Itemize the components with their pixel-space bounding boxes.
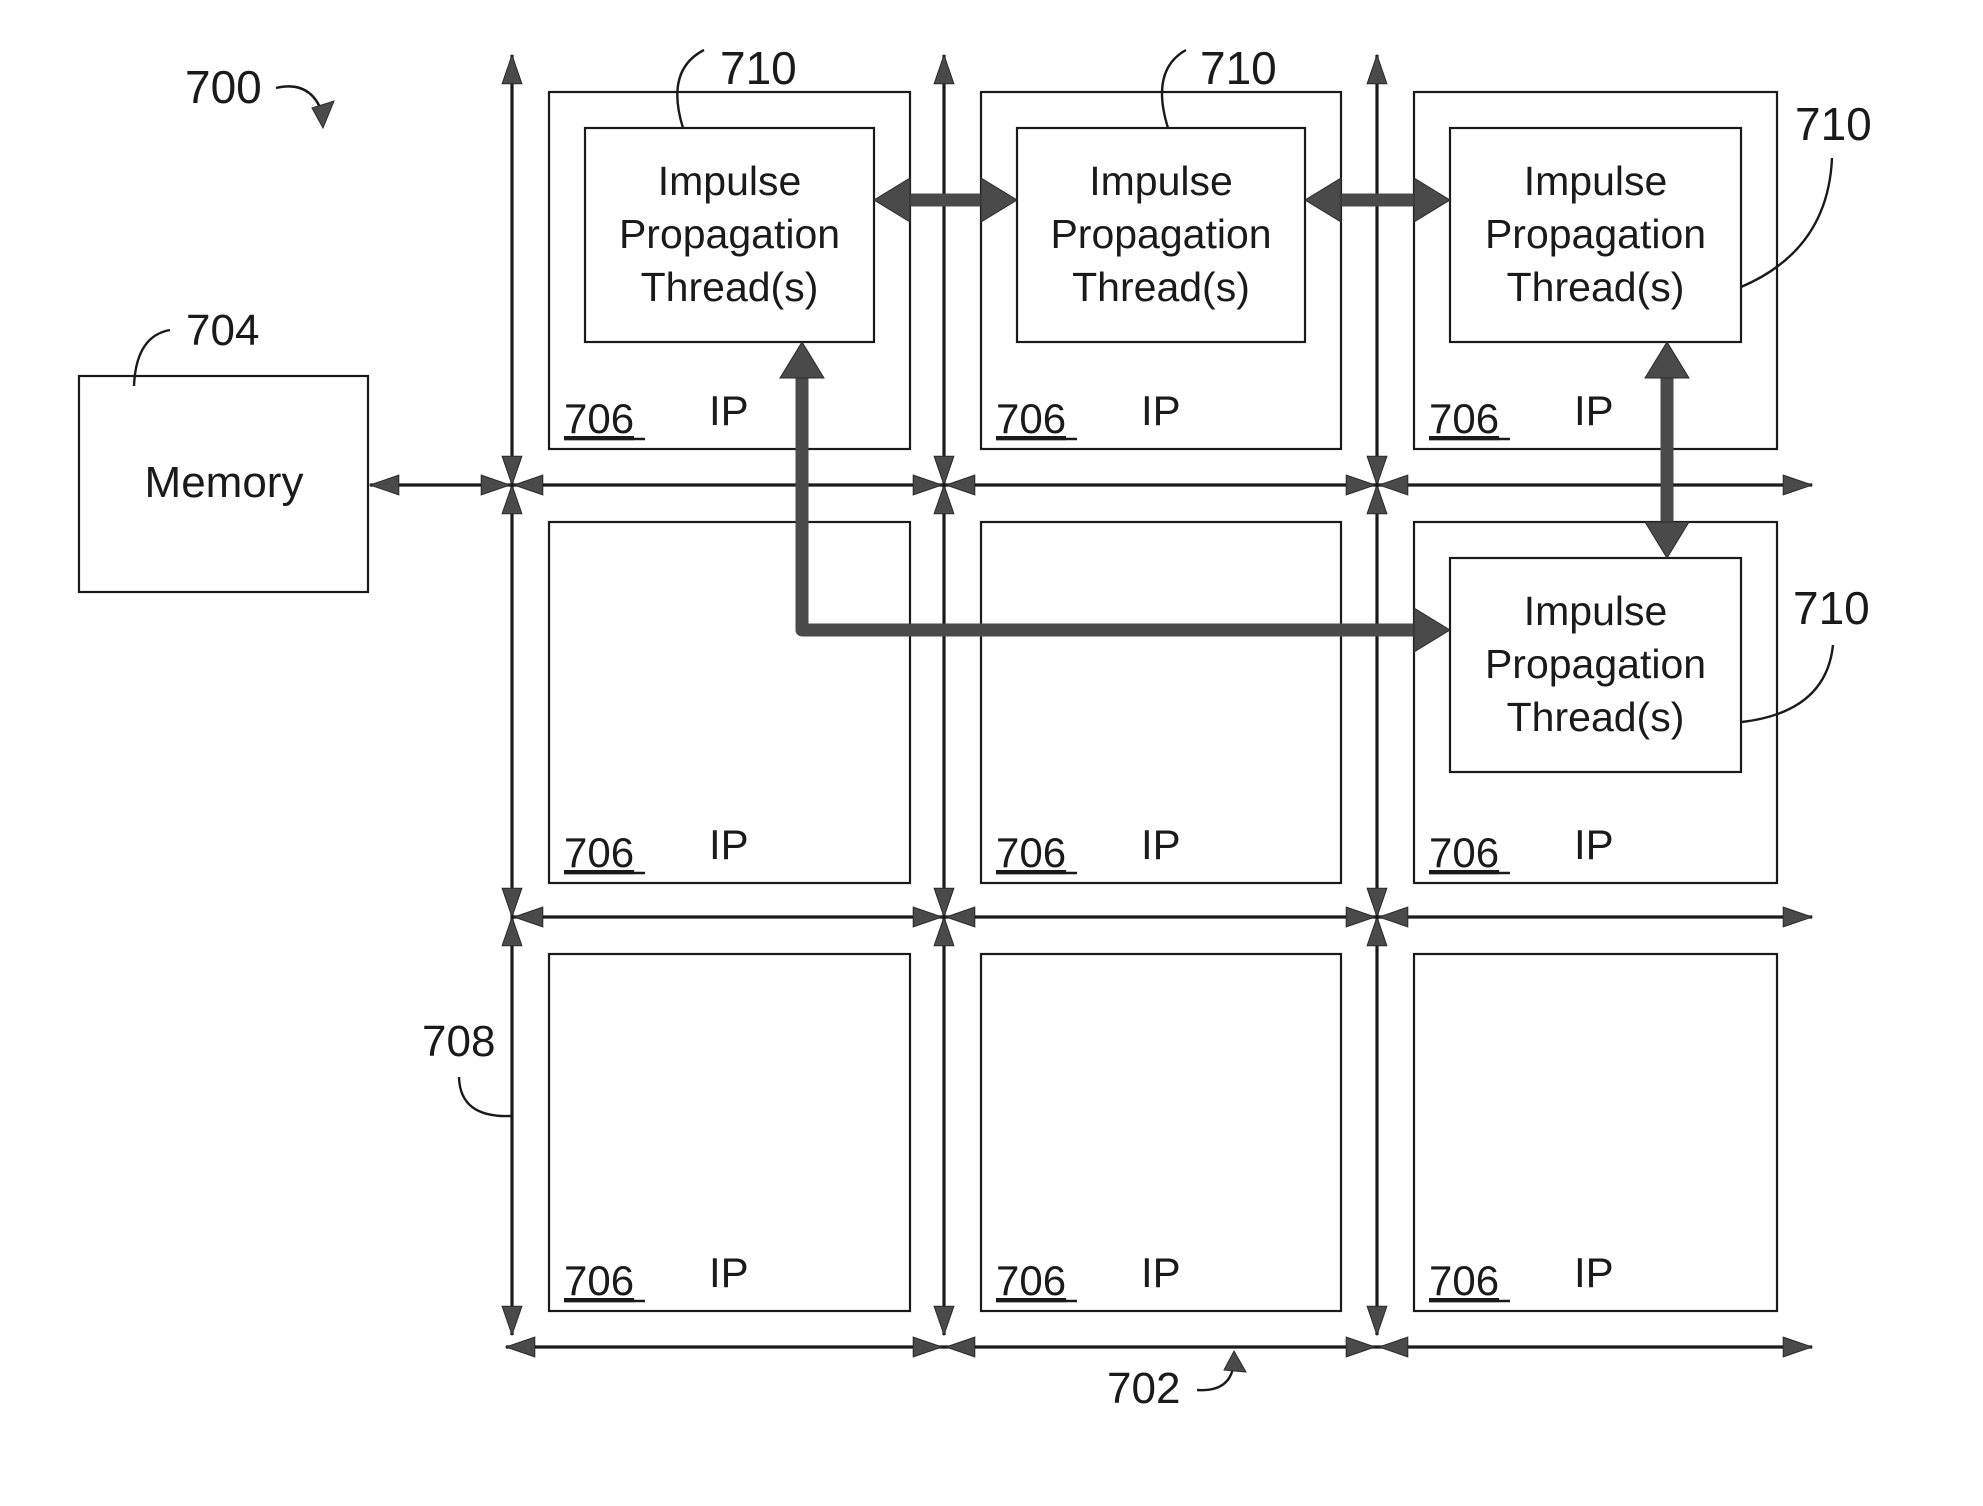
ip-label: IP [709, 1249, 749, 1296]
interconnect-ref-leader [1196, 1367, 1235, 1392]
bus-arrowhead-left-icon [504, 1336, 536, 1358]
ip-cell-r2c1: 706 IP [979, 952, 1343, 1313]
bus-arrowhead-left-icon [944, 474, 976, 496]
bus-arrowhead-up-icon [501, 53, 523, 85]
bus-ref-leader [457, 1076, 512, 1118]
bus-arrowhead-down-icon [933, 455, 955, 487]
bus-arrowhead-up-icon [501, 915, 523, 947]
patent-figure-700: 706 IP Impulse Propagation Thread(s) 706 IP Imp… [77, 42, 1872, 1413]
bus-arrowhead-right-icon [1345, 906, 1377, 928]
thread-label-line: Thread(s) [1072, 264, 1250, 310]
bus-arrowhead-up-icon [933, 53, 955, 85]
bus-arrowhead-up-icon [1366, 53, 1388, 85]
thread-label-line: Thread(s) [1507, 264, 1685, 310]
bus-arrowhead-right-icon [1345, 474, 1377, 496]
thread-label-line: Impulse [1089, 158, 1233, 204]
bus-arrowhead-left-icon [1377, 906, 1409, 928]
interconnect-ref-label: 702 [1107, 1364, 1180, 1413]
figure-ref-label: 700 [185, 61, 262, 113]
bus-arrowhead-up-icon [1366, 483, 1388, 515]
ip-label: IP [1141, 387, 1181, 434]
ip-ref-label: 706 [564, 829, 634, 876]
ip-label: IP [1141, 821, 1181, 868]
thread-ref-label-2: 710 [1200, 42, 1277, 94]
thread-label-line: Thread(s) [641, 264, 819, 310]
ip-cell-r1c1: 706 IP [979, 520, 1343, 885]
bus-arrowhead-right-icon [1782, 906, 1814, 928]
thread-label-line: Impulse [658, 158, 802, 204]
ip-ref-label: 706 [996, 829, 1066, 876]
bus-arrowhead-left-icon [1377, 1336, 1409, 1358]
bus-arrowhead-down-icon [933, 1305, 955, 1337]
ip-label: IP [709, 387, 749, 434]
thread-label-line: Propagation [619, 211, 840, 257]
ip-grid: 706 IP Impulse Propagation Thread(s) 706 IP Imp… [547, 90, 1779, 1313]
bus-arrowhead-down-icon [1366, 1305, 1388, 1337]
memory-arrowhead-left-icon [368, 474, 400, 496]
thread-ref-label-1: 710 [720, 42, 797, 94]
thread-block: Impulse Propagation Thread(s) [1015, 126, 1307, 344]
ip-ref-label: 706 [564, 395, 634, 442]
bus-arrowhead-right-icon [1345, 1336, 1377, 1358]
bus-arrowhead-right-icon [912, 1336, 944, 1358]
thread-label-line: Propagation [1485, 641, 1706, 687]
thread-label-line: Propagation [1485, 211, 1706, 257]
thread-label-line: Propagation [1050, 211, 1271, 257]
memory-label: Memory [145, 458, 304, 507]
ip-label: IP [1574, 1249, 1614, 1296]
thread-block: Impulse Propagation Thread(s) [1448, 126, 1743, 344]
ip-ref-label: 706 [1429, 395, 1499, 442]
bus-arrowhead-up-icon [933, 483, 955, 515]
bus-arrowhead-left-icon [944, 906, 976, 928]
bus-arrowhead-down-icon [501, 887, 523, 919]
memory-block: Memory [77, 374, 370, 594]
bus-arrowhead-up-icon [933, 915, 955, 947]
bus-arrowhead-left-icon [1377, 474, 1409, 496]
memory-ref-label: 704 [186, 306, 259, 355]
memory-arrowhead-right-icon [480, 474, 512, 496]
bus-arrowhead-right-icon [1782, 1336, 1814, 1358]
bus-ref-label: 708 [422, 1017, 495, 1066]
ip-label: IP [1574, 387, 1614, 434]
bus-arrowhead-down-icon [1366, 455, 1388, 487]
bus-arrowhead-down-icon [1366, 887, 1388, 919]
interconnect-ref-arrowhead-icon [1223, 1349, 1247, 1373]
bus-arrowhead-down-icon [501, 1305, 523, 1337]
ip-cell-r2c0: 706 IP [547, 952, 912, 1313]
thread-label-line: Impulse [1524, 588, 1668, 634]
thread-block: Impulse Propagation Thread(s) [583, 126, 876, 344]
bus-arrowhead-up-icon [501, 483, 523, 515]
bus-arrowhead-down-icon [501, 455, 523, 487]
ip-cell-r0c0: 706 IP Impulse Propagation Thread(s) [547, 90, 912, 451]
ip-ref-label: 706 [996, 1257, 1066, 1304]
bus-arrowhead-left-icon [512, 474, 544, 496]
ip-ref-label: 706 [996, 395, 1066, 442]
thread-label-line: Thread(s) [1507, 694, 1685, 740]
ip-cell-r0c2: 706 IP Impulse Propagation Thread(s) [1412, 90, 1779, 451]
thread-ref-label-4: 710 [1793, 582, 1870, 634]
bus-arrowhead-down-icon [933, 887, 955, 919]
bus-arrowhead-right-icon [912, 474, 944, 496]
ip-label: IP [1574, 821, 1614, 868]
ip-label: IP [1141, 1249, 1181, 1296]
ip-ref-label: 706 [564, 1257, 634, 1304]
ip-cell-r2c2: 706 IP [1412, 952, 1779, 1313]
ip-ref-label: 706 [1429, 1257, 1499, 1304]
ip-cell-r0c1: 706 IP Impulse Propagation Thread(s) [979, 90, 1343, 451]
bus-arrowhead-up-icon [1366, 915, 1388, 947]
bus-arrowhead-left-icon [512, 906, 544, 928]
ip-cell-r1c2: 706 IP Impulse Propagation Thread(s) [1412, 520, 1779, 885]
ip-cell-r1c0: 706 IP [547, 520, 912, 885]
bus-arrowhead-right-icon [1782, 474, 1814, 496]
bus-arrowhead-right-icon [912, 906, 944, 928]
thread-block: Impulse Propagation Thread(s) [1448, 556, 1743, 774]
ip-ref-label: 706 [1429, 829, 1499, 876]
thread-label-line: Impulse [1524, 158, 1668, 204]
figure-ref-arrowhead-icon [311, 100, 335, 130]
ip-label: IP [709, 821, 749, 868]
thread-ref-label-3: 710 [1795, 98, 1872, 150]
bus-arrowhead-left-icon [944, 1336, 976, 1358]
